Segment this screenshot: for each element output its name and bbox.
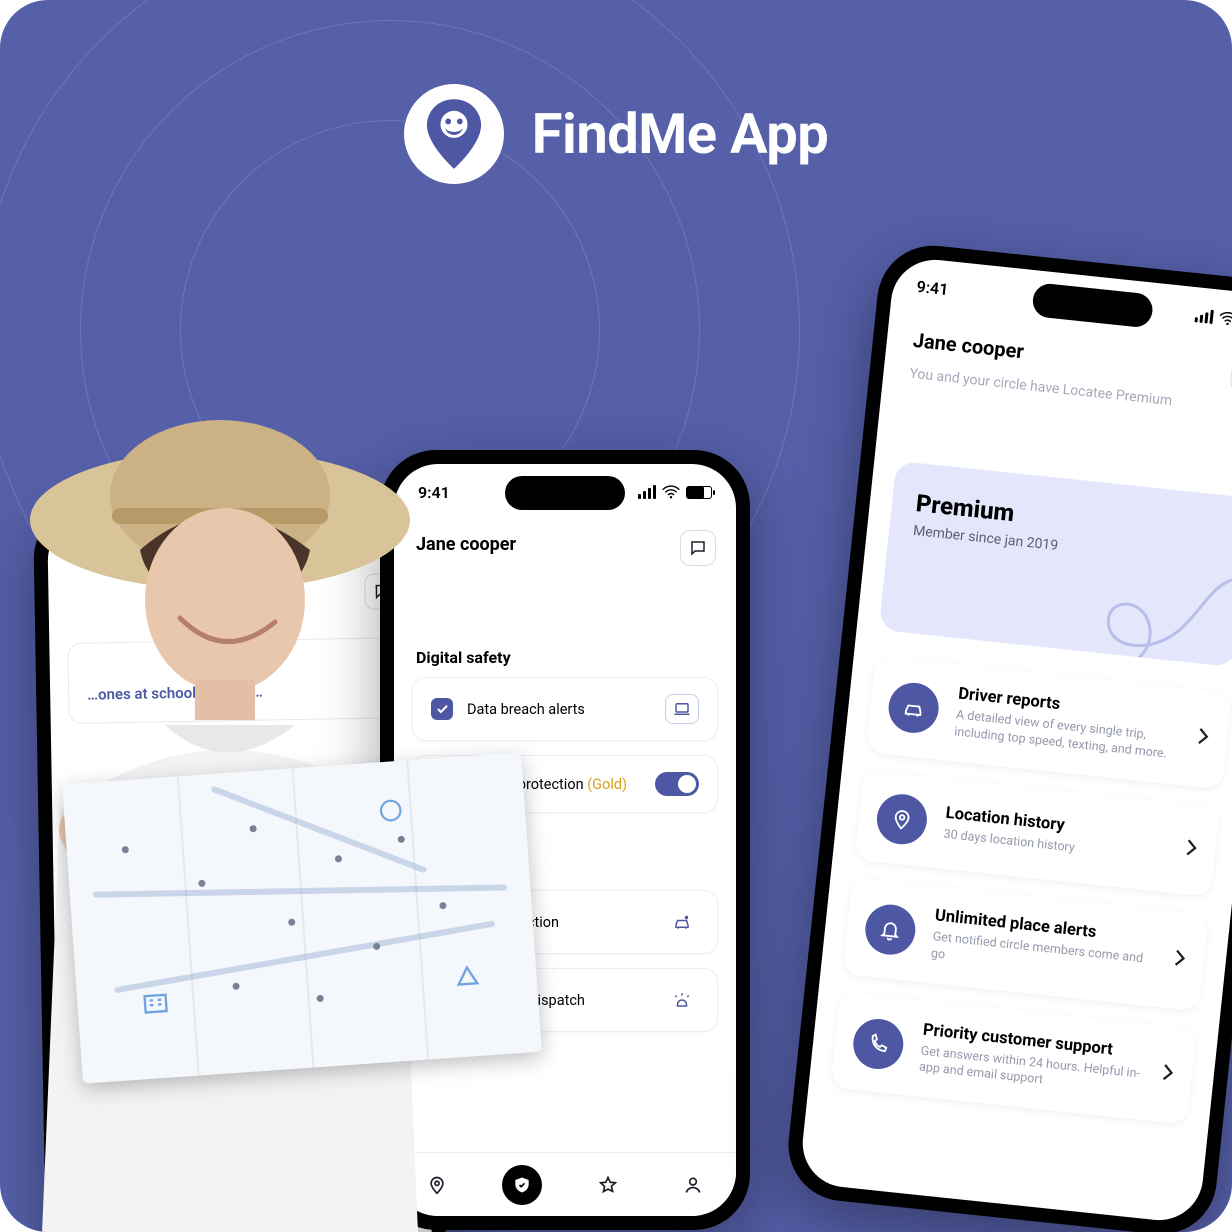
feature-priority-support[interactable]: Priority customer supportGet answers wit… (830, 991, 1196, 1125)
tab-safety[interactable] (502, 1165, 542, 1205)
car-icon (886, 681, 941, 736)
feature-location-history[interactable]: Location history30 days location history (854, 770, 1219, 897)
premium-subtitle: You and your circle have Locatee Premium (909, 366, 1173, 410)
status-time: 9:41 (71, 535, 103, 555)
banner-text: …ones at school, work, o… (87, 679, 385, 704)
phone-support-icon (851, 1016, 906, 1071)
car-alert-icon (665, 907, 699, 937)
gold-tag: (Gold) (587, 776, 627, 793)
checkbox-checked-icon (431, 698, 453, 720)
chevron-right-icon (1173, 949, 1187, 972)
status-time: 9:41 (916, 276, 950, 298)
feature-place-alerts[interactable]: Unlimited place alertsGet notified circl… (842, 877, 1208, 1011)
signal-icon (638, 485, 656, 499)
chevron-right-icon (1184, 838, 1198, 861)
brand-header: FindMe App (0, 84, 1232, 184)
user-name: Jane cooper (416, 534, 516, 555)
user-name: Jane cooper (912, 328, 1025, 363)
laptop-icon (665, 694, 699, 724)
pin-icon (874, 792, 929, 847)
section-digital-safety: Digital safety (416, 648, 714, 667)
tab-bar (394, 1152, 736, 1216)
tab-location[interactable] (417, 1165, 457, 1205)
brand-logo-icon (404, 84, 504, 184)
bell-icon (863, 902, 918, 957)
wifi-icon (662, 485, 680, 499)
siren-icon (665, 985, 699, 1015)
battery-icon (686, 486, 712, 499)
chevron-right-icon (1161, 1063, 1175, 1086)
item-label: Data breach alerts (467, 701, 585, 718)
state-caption: STATE OF (87, 656, 385, 674)
wifi-icon (345, 533, 363, 547)
paper-map-illustration (62, 752, 542, 1083)
data-breach-alerts-item[interactable]: Data breach alerts (412, 677, 718, 741)
status-time: 9:41 (418, 483, 450, 502)
tab-profile[interactable] (673, 1165, 713, 1205)
brand-title: FindMe App (532, 101, 828, 167)
squiggle-decoration-icon (1082, 512, 1232, 667)
phone-premium: 9:41 Jane cooper You and your circle hav… (783, 240, 1232, 1232)
signal-icon (321, 533, 339, 547)
chevron-right-icon (1196, 727, 1210, 750)
chat-button[interactable] (680, 530, 716, 566)
toggle-on[interactable] (655, 772, 699, 796)
feature-driver-reports[interactable]: Driver reportsA detailed view of every s… (866, 656, 1232, 790)
tab-star[interactable] (588, 1165, 628, 1205)
signal-icon (1194, 308, 1213, 324)
info-banner: STATE OF …ones at school, work, o… (67, 637, 404, 724)
premium-card: Premium Member since jan 2019 (879, 461, 1232, 667)
wifi-icon (1218, 311, 1232, 327)
